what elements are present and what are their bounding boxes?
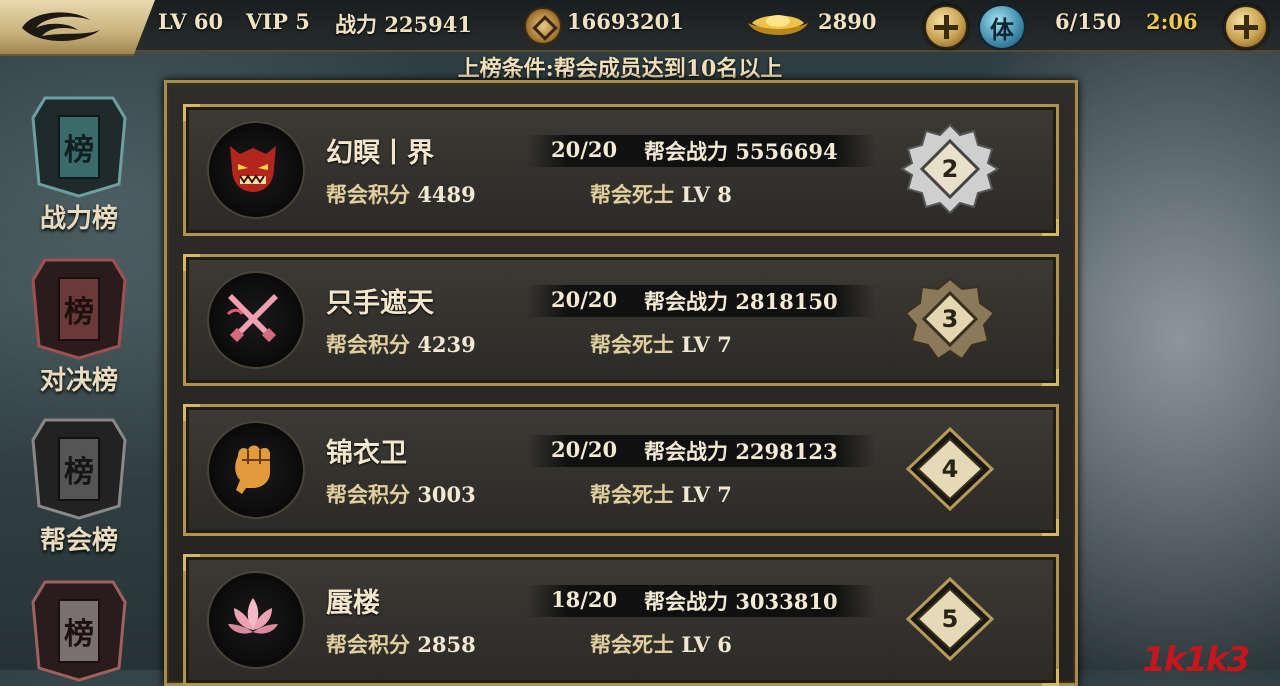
deathguard-level: LV 7 [681, 332, 732, 357]
player-power: 战力 225941 [335, 9, 472, 39]
guild-deathguard: 帮会死士 LV 6 [590, 629, 732, 659]
player-level: LV 60 [158, 9, 224, 34]
deathguard-label: 帮会死士 [590, 482, 674, 507]
guild-score: 帮会积分 4239 [326, 329, 476, 359]
guild-row[interactable]: 锦衣卫 20/20 帮会战力 2298123 帮会积分 3003 帮会死士 LV… [183, 404, 1059, 536]
guild-power-value: 2818150 [735, 289, 838, 314]
guild-score-label: 帮会积分 [326, 332, 410, 357]
deathguard-level: LV 6 [681, 632, 732, 657]
guild-stats-strip: 18/20 帮会战力 3033810 [526, 585, 876, 617]
guild-stats-strip: 20/20 帮会战力 5556694 [526, 135, 876, 167]
deathguard-label: 帮会死士 [590, 332, 674, 357]
guild-row[interactable]: 只手遮天 20/20 帮会战力 2818150 帮会积分 4239 帮会死士 L… [183, 254, 1059, 386]
stamina-timer: 2:06 [1146, 9, 1198, 34]
vip-level: VIP 5 [246, 9, 310, 34]
rank-badge: 3 [900, 273, 1000, 365]
gold-ingot-icon [748, 15, 808, 35]
stamina-icon: 体 [978, 4, 1026, 50]
demon-mask-icon [209, 123, 303, 217]
member-count: 20/20 [551, 287, 618, 312]
rank-number: 2 [941, 155, 959, 183]
guild-score-value: 4489 [417, 182, 476, 207]
tab-label: 帮会榜 [39, 526, 118, 556]
guild-power-value: 3033810 [735, 589, 838, 614]
guild-power-label: 帮会战力 [644, 439, 728, 464]
member-count: 20/20 [551, 137, 618, 162]
top-status-bar: LV 60 VIP 5 战力 225941 16693201 2890 体 6/… [0, 0, 1280, 56]
member-count: 18/20 [551, 587, 618, 612]
guild-score-label: 帮会积分 [326, 482, 410, 507]
back-button[interactable] [0, 0, 155, 56]
guild-name: 只手遮天 [326, 288, 434, 319]
guild-power: 帮会战力 2818150 [644, 286, 838, 316]
rank-badge: 5 [900, 573, 1000, 665]
member-count: 20/20 [551, 437, 618, 462]
ranking-emblem-icon: 榜 [31, 258, 127, 360]
guild-row[interactable]: 蜃楼 18/20 帮会战力 3033810 帮会积分 2858 帮会死士 LV … [183, 554, 1059, 686]
power-label: 战力 [335, 12, 377, 37]
ranking-emblem-icon: 榜 [31, 96, 127, 198]
guild-deathguard: 帮会死士 LV 8 [590, 179, 732, 209]
rank-number: 4 [941, 455, 959, 483]
guild-stats-strip: 20/20 帮会战力 2818150 [526, 285, 876, 317]
guild-power-label: 帮会战力 [644, 139, 728, 164]
deathguard-level: LV 8 [681, 182, 732, 207]
guild-score-label: 帮会积分 [326, 182, 410, 207]
site-watermark: 1k1k3 [1142, 640, 1250, 680]
tab-label: 对决榜 [39, 366, 118, 396]
guild-power-label: 帮会战力 [644, 589, 728, 614]
coin-icon [524, 7, 562, 45]
tab-label: 战力榜 [39, 204, 118, 234]
deathguard-label: 帮会死士 [590, 632, 674, 657]
rank-badge: 2 [900, 123, 1000, 215]
guild-deathguard: 帮会死士 LV 7 [590, 329, 732, 359]
guild-power-label: 帮会战力 [644, 289, 728, 314]
guild-power: 帮会战力 3033810 [644, 586, 838, 616]
ranking-condition: 上榜条件:帮会成员达到10名以上 [457, 56, 783, 82]
guild-stats-strip: 20/20 帮会战力 2298123 [526, 435, 876, 467]
add-gold-button[interactable] [924, 5, 968, 49]
svg-text:榜: 榜 [64, 295, 94, 330]
fist-icon [209, 423, 303, 517]
tab-fourth-ranking[interactable]: 榜 [20, 572, 138, 686]
swirl-logo-icon [22, 12, 100, 41]
power-value: 225941 [384, 12, 472, 37]
guild-name: 幻瞑丨界 [326, 138, 434, 169]
svg-text:榜: 榜 [64, 455, 94, 490]
rank-number: 3 [941, 305, 959, 333]
svg-text:榜: 榜 [64, 617, 94, 652]
guild-power-value: 2298123 [735, 439, 838, 464]
guild-name: 锦衣卫 [326, 438, 407, 469]
rank-number: 5 [941, 605, 959, 633]
stamina-amount: 6/150 [1055, 9, 1122, 34]
guild-score-value: 3003 [417, 482, 476, 507]
guild-score: 帮会积分 3003 [326, 479, 476, 509]
guild-power: 帮会战力 2298123 [644, 436, 838, 466]
crossed-swords-icon [209, 273, 303, 367]
tab-guild-ranking[interactable]: 榜 帮会榜 [20, 410, 138, 557]
ranking-emblem-icon: 榜 [31, 418, 127, 520]
guild-score-value: 4239 [417, 332, 476, 357]
guild-score-label: 帮会积分 [326, 632, 410, 657]
guild-score: 帮会积分 4489 [326, 179, 476, 209]
guild-row[interactable]: 幻瞑丨界 20/20 帮会战力 5556694 帮会积分 4489 帮会死士 L… [183, 104, 1059, 236]
gold-amount: 2890 [818, 9, 877, 34]
guild-score-value: 2858 [417, 632, 476, 657]
tab-duel-ranking[interactable]: 榜 对决榜 [20, 250, 138, 397]
add-stamina-button[interactable] [1224, 5, 1268, 49]
ranking-emblem-icon: 榜 [31, 580, 127, 682]
lotus-icon [209, 573, 303, 667]
guild-power: 帮会战力 5556694 [644, 136, 838, 166]
guild-name: 蜃楼 [326, 588, 380, 619]
svg-text:榜: 榜 [64, 133, 94, 168]
deathguard-level: LV 7 [681, 482, 732, 507]
deathguard-label: 帮会死士 [590, 182, 674, 207]
guild-deathguard: 帮会死士 LV 7 [590, 479, 732, 509]
guild-power-value: 5556694 [735, 139, 838, 164]
coin-amount: 16693201 [567, 9, 684, 34]
guild-score: 帮会积分 2858 [326, 629, 476, 659]
tab-power-ranking[interactable]: 榜 战力榜 [20, 88, 138, 235]
rank-badge: 4 [900, 423, 1000, 515]
